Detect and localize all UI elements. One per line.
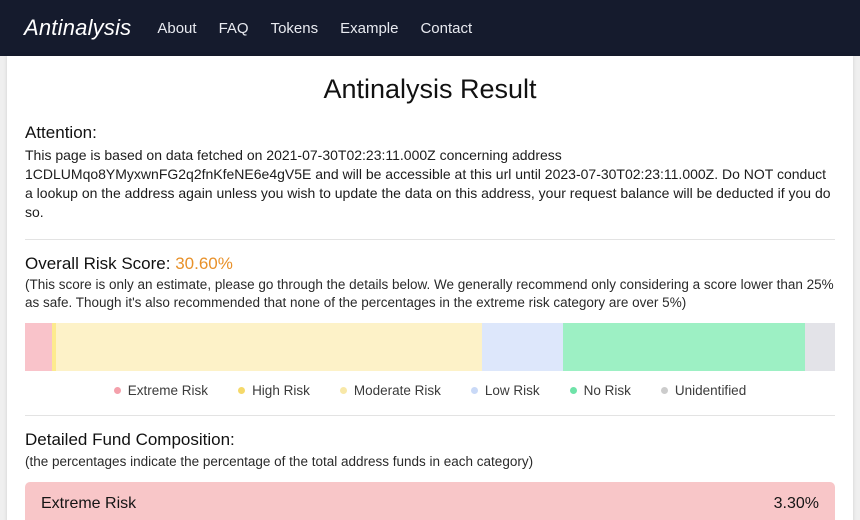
composition-note: (the percentages indicate the percentage… [25,454,534,469]
legend-label-unidentified: Unidentified [674,383,747,398]
legend-label-moderate-risk: Moderate Risk [353,383,441,398]
attention-heading: Attention: [25,123,97,142]
legend-item-low-risk[interactable]: Low Risk [470,383,540,398]
app-root: Antinalysis About FAQ Tokens Example Con… [0,0,860,520]
page-title: Antinalysis Result [323,74,537,104]
nav-link-faq[interactable]: FAQ [219,20,249,37]
brand-logo[interactable]: Antinalysis [24,15,131,41]
legend-dot-icon-extreme-risk [113,387,121,394]
composition-rows: Extreme Risk 3.30% [25,482,835,520]
legend-label-extreme-risk: Extreme Risk [127,383,209,398]
attention-section: Attention: This page is based on data fe… [25,123,835,222]
page-card: Antinalysis Result Attention: This page … [7,56,853,520]
nav-link-contact[interactable]: Contact [420,20,472,37]
legend-dot-icon-unidentified [660,387,668,394]
composition-section: Detailed Fund Composition: (the percenta… [25,430,835,520]
composition-row-value-extreme-risk: 3.30% [773,495,819,512]
nav-link-example[interactable]: Example [340,20,398,37]
nav-link-about[interactable]: About [157,20,196,37]
bar-segment-no-risk [562,323,805,371]
legend-item-moderate-risk[interactable]: Moderate Risk [339,383,441,398]
legend-dot-icon-moderate-risk [339,387,347,394]
divider-1 [25,239,835,240]
nav-link-tokens[interactable]: Tokens [271,20,319,37]
risk-score-note: (This score is only an estimate, please … [25,277,834,310]
nav-links: About FAQ Tokens Example Contact [157,20,472,37]
risk-composition-legend: Extreme Risk High Risk Moderate Risk Low Ri… [25,383,835,398]
legend-label-no-risk: No Risk [583,383,631,398]
composition-heading: Detailed Fund Composition: [25,430,235,449]
risk-composition-bar [25,323,835,371]
divider-2 [25,415,835,416]
risk-score-label: Overall Risk Score: [25,254,171,273]
bar-segment-unidentified [805,323,835,371]
composition-row-extreme-risk[interactable]: Extreme Risk 3.30% [25,482,835,520]
navbar: Antinalysis About FAQ Tokens Example Con… [0,0,860,56]
bar-segment-moderate-risk [55,323,482,371]
bar-segment-extreme-risk [25,323,52,371]
legend-label-high-risk: High Risk [252,383,310,398]
legend-label-low-risk: Low Risk [484,383,540,398]
risk-score-line: Overall Risk Score: 30.60% [25,254,835,274]
legend-item-extreme-risk[interactable]: Extreme Risk [113,383,209,398]
legend-item-unidentified[interactable]: Unidentified [660,383,747,398]
composition-row-label-extreme-risk: Extreme Risk [41,495,137,512]
legend-dot-icon-high-risk [238,387,246,394]
legend-item-high-risk[interactable]: High Risk [238,383,310,398]
risk-score-value: 30.60% [175,254,233,273]
attention-text: This page is based on data fetched on 20… [25,147,831,220]
legend-item-no-risk[interactable]: No Risk [569,383,631,398]
risk-score-section: Overall Risk Score: 30.60% (This score i… [25,254,835,312]
legend-dot-icon-no-risk [569,387,577,394]
bar-segment-low-risk [481,323,563,371]
legend-dot-icon-low-risk [470,387,478,394]
